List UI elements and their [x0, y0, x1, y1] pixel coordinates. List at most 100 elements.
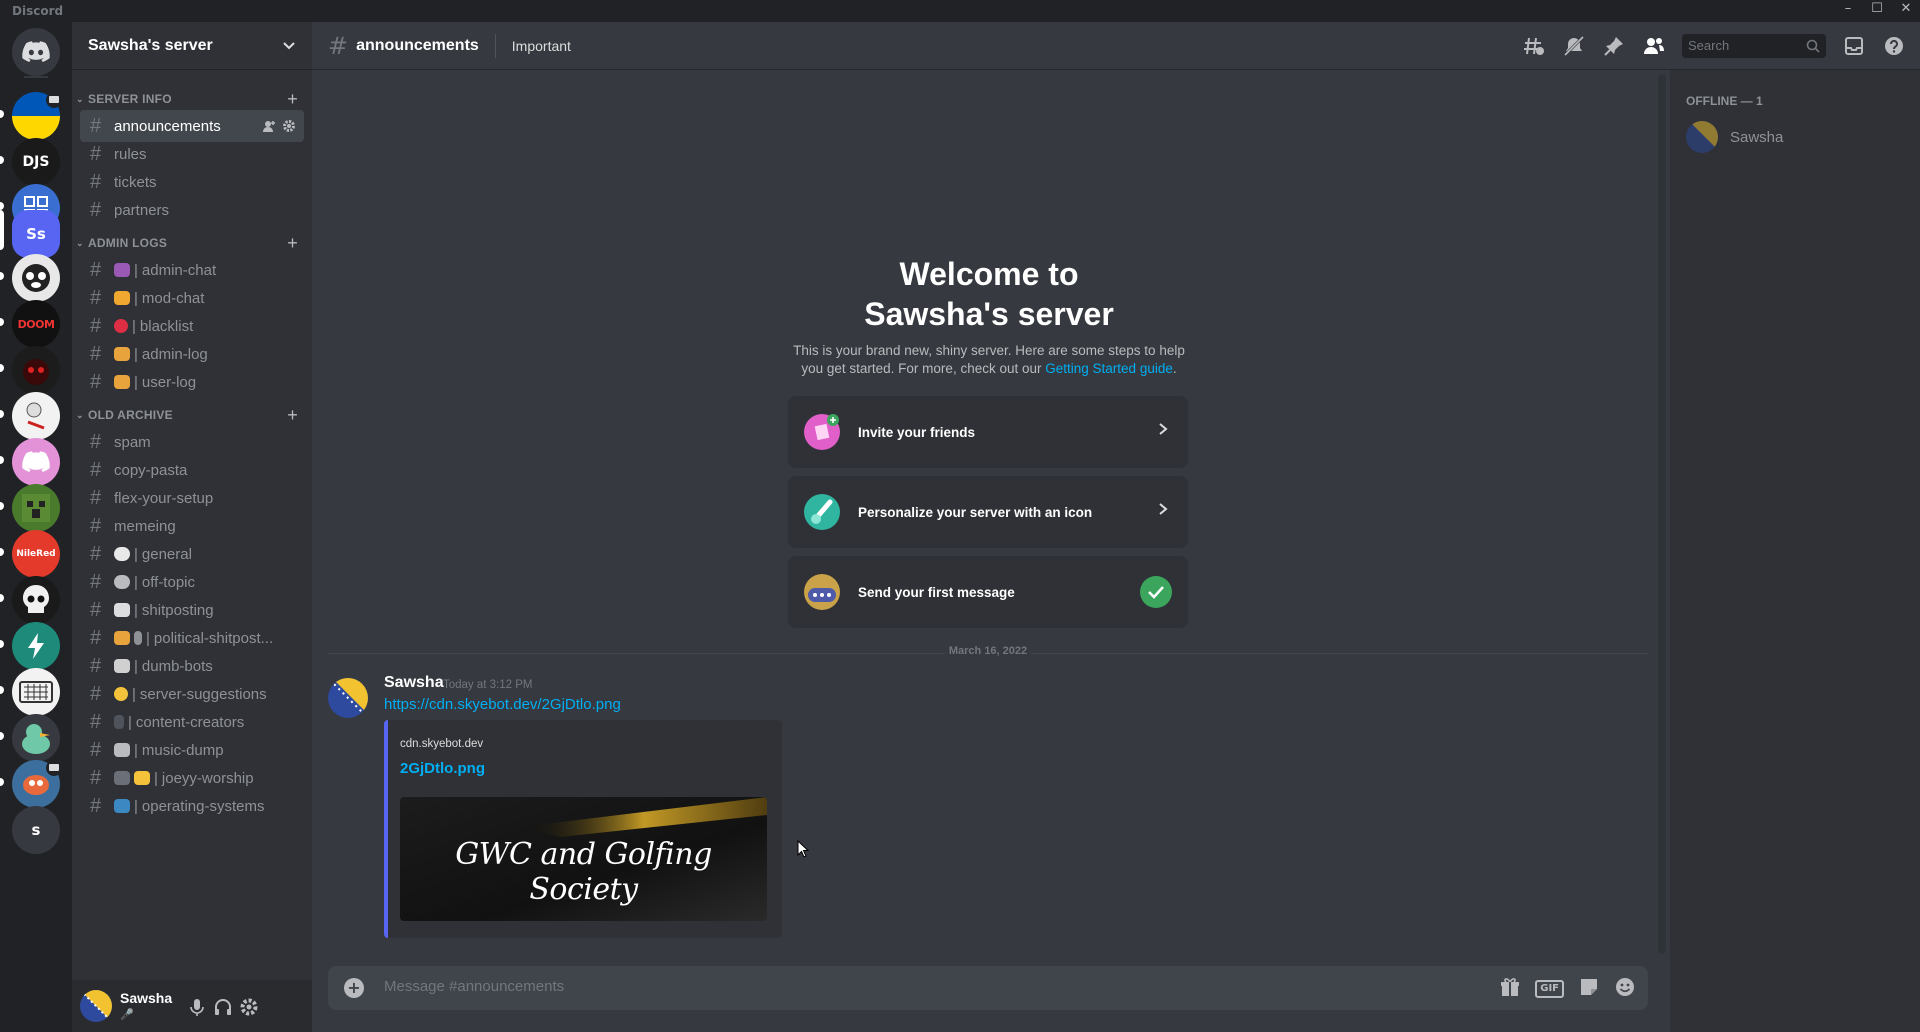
pin-icon[interactable]: [1602, 34, 1626, 58]
message-author[interactable]: Sawsha: [384, 674, 444, 692]
search-input[interactable]: Search: [1682, 34, 1826, 58]
member-item[interactable]: Sawsha: [1678, 116, 1902, 158]
hash-icon: #: [90, 570, 102, 593]
channel-label: flex-your-setup: [114, 489, 214, 507]
channel-topic[interactable]: Important: [512, 38, 571, 54]
microphone-icon[interactable]: [186, 996, 208, 1018]
message-avatar[interactable]: [328, 678, 368, 718]
server-rail: DJS Ss DOOM NileRed s: [0, 22, 72, 1032]
search-icon: [1806, 39, 1820, 56]
step-invite-friends[interactable]: Invite your friends: [788, 396, 1188, 468]
chevron-right-icon: [1158, 422, 1168, 439]
category-label: SERVER INFO: [88, 92, 172, 106]
separator: |: [134, 545, 138, 563]
hash-icon: #: [90, 542, 102, 565]
server-keyboard[interactable]: [12, 668, 60, 716]
category-admin-logs[interactable]: ⌄ ADMIN LOGS +: [72, 233, 312, 256]
server-skull[interactable]: [12, 576, 60, 624]
thinking-emoji-icon: [114, 687, 128, 701]
step-personalize-icon[interactable]: Personalize your server with an icon: [788, 476, 1188, 548]
headphones-icon[interactable]: [212, 996, 234, 1018]
caret-down-icon: ⌄: [76, 238, 84, 248]
server-duck[interactable]: [12, 714, 60, 762]
maximize-button[interactable]: ☐: [1863, 1, 1891, 16]
channel-label: dumb-bots: [141, 657, 213, 675]
server-s-server[interactable]: s: [12, 806, 60, 854]
chat-area: # announcements Important Search Welcome…: [312, 22, 1920, 1032]
channel-list: ⌄ SERVER INFO + # announcements # rules …: [72, 70, 312, 980]
channel-label: content-creators: [135, 713, 245, 731]
getting-started-link[interactable]: Getting Started guide: [1045, 361, 1173, 376]
sticker-icon[interactable]: [1578, 976, 1600, 1002]
member-list-icon[interactable]: [1642, 34, 1666, 58]
embed-title[interactable]: 2GjDtlo.png: [400, 760, 485, 777]
step-label: Invite your friends: [858, 424, 976, 440]
unread-pill: [0, 272, 4, 280]
separator: |: [132, 317, 136, 335]
laptop-emoji-icon: [114, 799, 130, 813]
server-creeper-face[interactable]: [12, 484, 60, 532]
server-doom-eternal[interactable]: DOOM: [12, 300, 60, 348]
server-lightning[interactable]: [12, 622, 60, 670]
category-server-info[interactable]: ⌄ SERVER INFO +: [72, 89, 312, 112]
category-old-archive[interactable]: ⌄ OLD ARCHIVE +: [72, 405, 312, 428]
channel-user-log[interactable]: # | user-log: [80, 366, 304, 398]
welcome-title-line2: Sawsha's server: [864, 296, 1114, 332]
add-attachment-button[interactable]: +: [344, 978, 364, 998]
unread-pill: [0, 548, 4, 556]
server-dark-creature[interactable]: [12, 346, 60, 394]
server-stickman[interactable]: [12, 392, 60, 440]
channel-partners[interactable]: # partners: [80, 194, 304, 226]
separator: |: [134, 657, 138, 675]
chat-bubble-icon: [804, 574, 840, 610]
gif-button[interactable]: GIF: [1535, 980, 1564, 998]
server-nile-red[interactable]: NileRed: [12, 530, 60, 578]
server-sawsha-server[interactable]: Ss: [12, 210, 60, 258]
add-channel-icon[interactable]: +: [287, 405, 298, 426]
help-icon[interactable]: [1882, 34, 1906, 58]
channel-label: announcements: [114, 117, 221, 135]
channel-label: mod-chat: [141, 289, 205, 307]
threads-icon[interactable]: [1522, 34, 1546, 58]
hash-icon: #: [90, 430, 102, 453]
add-channel-icon[interactable]: +: [287, 233, 298, 254]
server-pink-discord[interactable]: [12, 438, 60, 486]
gift-icon[interactable]: [1499, 976, 1521, 1002]
hash-icon: #: [90, 170, 102, 193]
member-list: OFFLINE — 1 Sawsha: [1670, 70, 1920, 1032]
link-embed: cdn.skyebot.dev 2GjDtlo.png GWC and Golf…: [384, 720, 782, 938]
server-djs[interactable]: DJS: [12, 138, 60, 186]
hash-icon: #: [90, 514, 102, 537]
emoji-icon[interactable]: [1614, 976, 1636, 1002]
inbox-icon[interactable]: [1842, 34, 1866, 58]
add-channel-icon[interactable]: +: [287, 89, 298, 110]
date-divider-label: March 16, 2022: [944, 645, 1032, 657]
hash-icon: #: [90, 314, 102, 337]
separator: |: [134, 601, 138, 619]
discord-home-icon[interactable]: [12, 28, 60, 76]
channel-label: blacklist: [139, 317, 194, 335]
selected-server-pill: [0, 210, 4, 250]
avatar[interactable]: [80, 990, 112, 1022]
step-send-first-message[interactable]: Send your first message: [788, 556, 1188, 628]
paintbrush-icon: [804, 494, 840, 530]
gear-icon[interactable]: [282, 119, 296, 137]
robot-emoji-icon: [114, 659, 130, 673]
mute-notifications-icon[interactable]: [1562, 34, 1586, 58]
hash-icon: #: [90, 142, 102, 165]
server-name-header[interactable]: Sawsha's server: [72, 22, 312, 70]
channel-label: server-suggestions: [139, 685, 267, 703]
channel-operating-systems[interactable]: # | operating-systems: [80, 790, 304, 822]
user-settings-gear-icon[interactable]: [238, 996, 260, 1018]
search-placeholder: Search: [1688, 38, 1730, 53]
channel-label: joeyy-worship: [161, 769, 254, 787]
message-link[interactable]: https://cdn.skyebot.dev/2GjDtlo.png: [384, 696, 621, 713]
minimize-button[interactable]: –: [1834, 1, 1862, 16]
server-panda[interactable]: [12, 254, 60, 302]
invite-members-icon[interactable]: [262, 119, 276, 137]
message-composer[interactable]: + Message #announcements GIF: [328, 966, 1648, 1010]
separator: |: [134, 261, 138, 279]
embed-image[interactable]: GWC and Golfing Society: [400, 797, 767, 921]
close-window-button[interactable]: ✕: [1892, 1, 1920, 16]
chat-scrollbar[interactable]: [1658, 74, 1666, 954]
